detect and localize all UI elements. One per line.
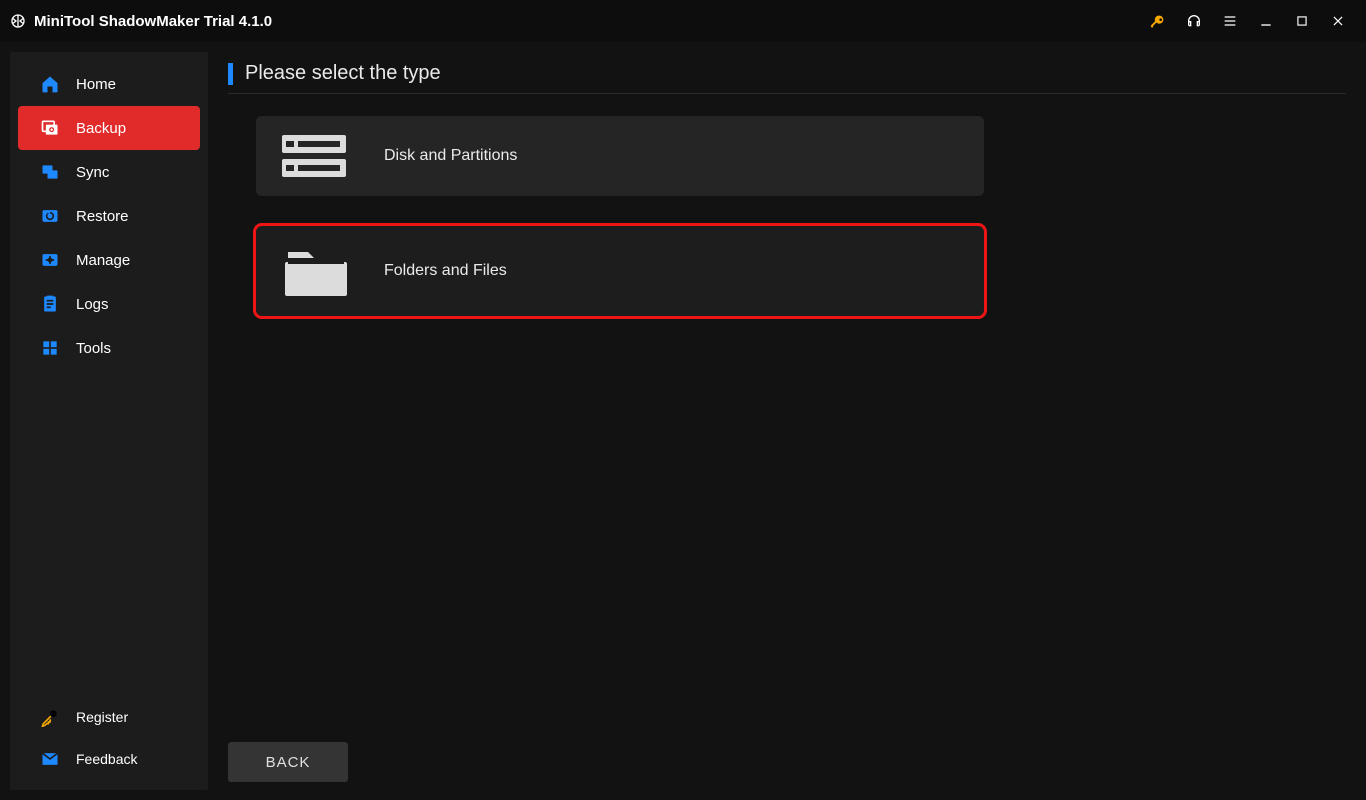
- option-folders-files[interactable]: Folders and Files: [256, 226, 984, 316]
- tools-icon: [38, 338, 62, 358]
- sidebar-item-label: Restore: [76, 208, 129, 225]
- sidebar-item-logs[interactable]: Logs: [18, 282, 200, 326]
- register-key-icon[interactable]: [1150, 13, 1166, 29]
- manage-icon: [38, 250, 62, 270]
- type-options: Disk and Partitions Folders and Files: [256, 116, 1346, 316]
- sidebar-item-label: Manage: [76, 252, 130, 269]
- sidebar-item-home[interactable]: Home: [18, 62, 200, 106]
- menu-icon[interactable]: [1222, 13, 1238, 29]
- sidebar-item-label: Sync: [76, 164, 109, 181]
- folder-icon: [280, 240, 352, 302]
- sidebar-item-label: Backup: [76, 120, 126, 137]
- minimize-icon[interactable]: [1258, 13, 1274, 29]
- sidebar: Home Backup Sync Restore: [10, 52, 208, 790]
- backup-icon: [38, 118, 62, 138]
- sidebar-item-register[interactable]: Register: [18, 696, 200, 738]
- sidebar-list: Home Backup Sync Restore: [10, 62, 208, 370]
- option-disk-partitions[interactable]: Disk and Partitions: [256, 116, 984, 196]
- sidebar-item-manage[interactable]: Manage: [18, 238, 200, 282]
- close-icon[interactable]: [1330, 13, 1346, 29]
- sidebar-item-restore[interactable]: Restore: [18, 194, 200, 238]
- restore-icon: [38, 206, 62, 226]
- home-icon: [38, 74, 62, 94]
- heading-accent-bar: [228, 63, 233, 85]
- page-title: Please select the type: [245, 62, 441, 85]
- app-logo-icon: [10, 13, 26, 29]
- sidebar-item-tools[interactable]: Tools: [18, 326, 200, 370]
- sidebar-item-label: Tools: [76, 340, 111, 357]
- sidebar-item-backup[interactable]: Backup: [18, 106, 200, 150]
- sidebar-item-label: Feedback: [76, 751, 137, 767]
- option-label: Disk and Partitions: [384, 147, 517, 165]
- back-button[interactable]: BACK: [228, 742, 348, 782]
- sidebar-item-label: Register: [76, 709, 128, 725]
- feedback-icon: [38, 749, 62, 769]
- option-label: Folders and Files: [384, 262, 507, 280]
- app-title: MiniTool ShadowMaker Trial 4.1.0: [34, 13, 272, 30]
- sidebar-item-sync[interactable]: Sync: [18, 150, 200, 194]
- headset-icon[interactable]: [1186, 13, 1202, 29]
- disk-partitions-icon: [280, 129, 352, 183]
- sync-icon: [38, 162, 62, 182]
- logs-icon: [38, 294, 62, 314]
- page-heading: Please select the type: [228, 54, 1346, 94]
- sidebar-item-label: Logs: [76, 296, 109, 313]
- title-bar: MiniTool ShadowMaker Trial 4.1.0: [0, 0, 1366, 42]
- sidebar-item-label: Home: [76, 76, 116, 93]
- register-icon: [38, 707, 62, 727]
- sidebar-item-feedback[interactable]: Feedback: [18, 738, 200, 780]
- maximize-icon[interactable]: [1294, 13, 1310, 29]
- main-panel: Please select the type Disk and Partitio…: [208, 42, 1366, 800]
